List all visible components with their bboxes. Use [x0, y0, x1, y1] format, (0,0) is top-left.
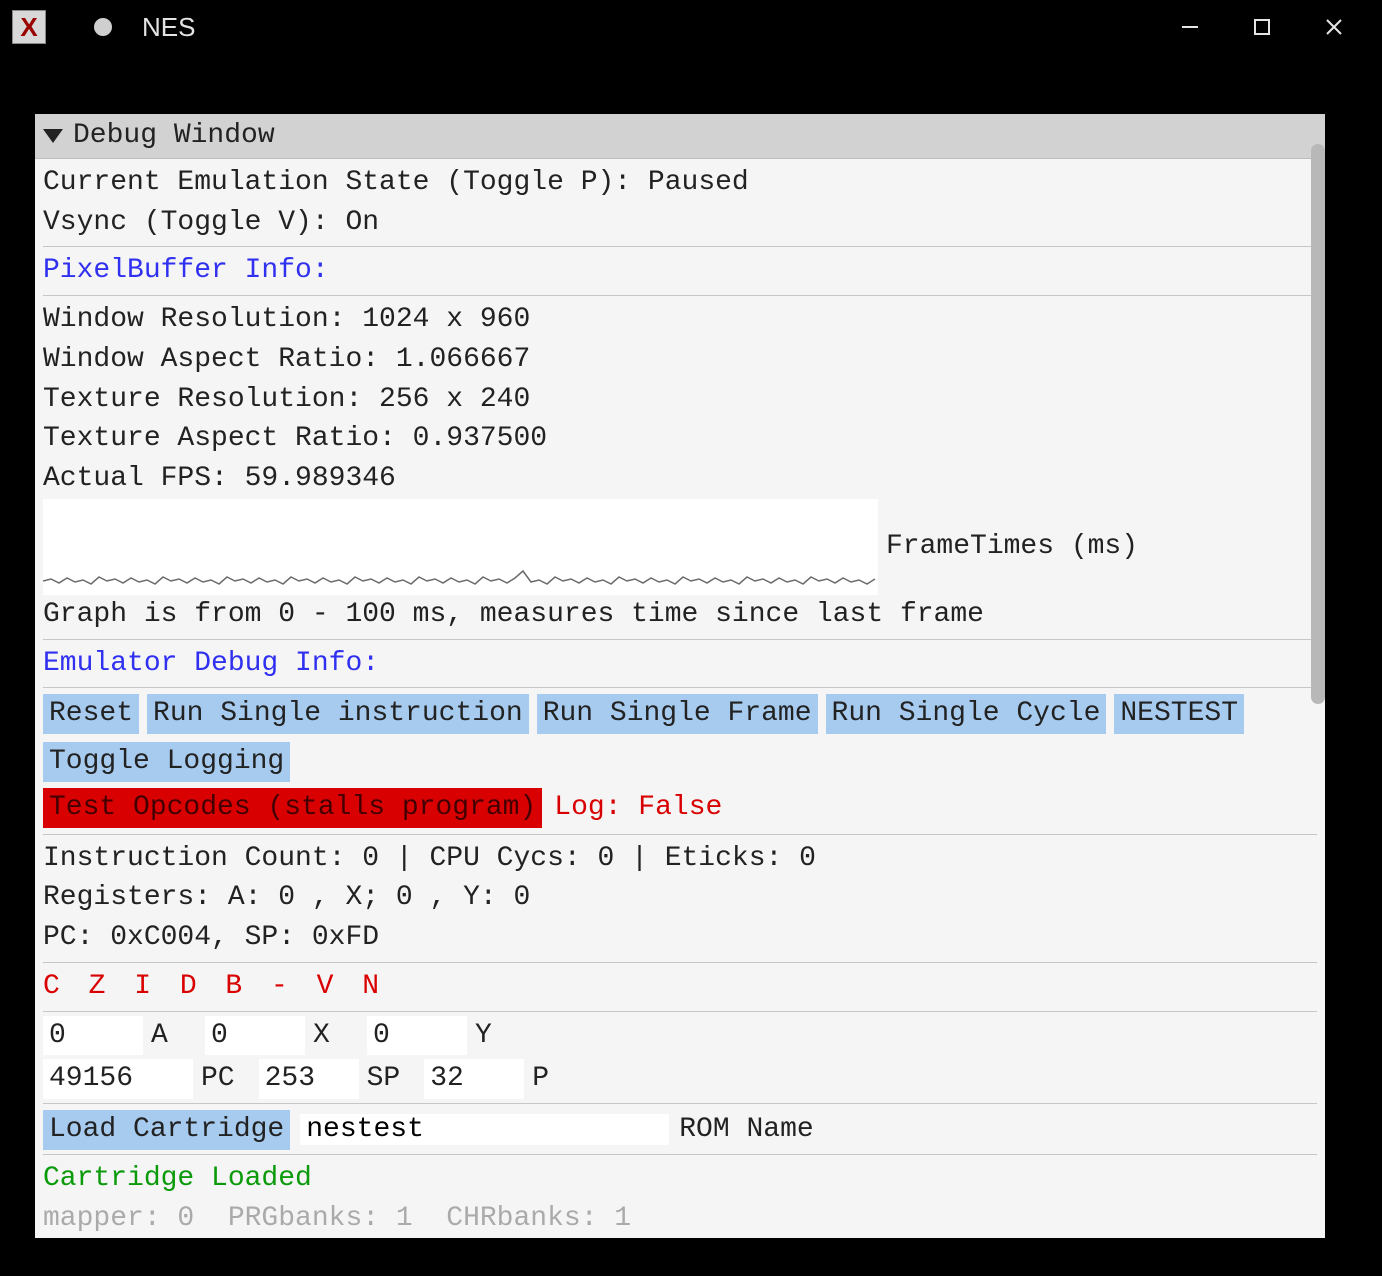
reg-x-label: X — [307, 1016, 349, 1056]
pixelbuffer-header: PixelBuffer Info: — [43, 251, 1317, 291]
log-status: Log: False — [554, 788, 722, 828]
panel-title: Debug Window — [73, 116, 275, 156]
reg-x-value[interactable]: 0 — [205, 1016, 305, 1056]
instruction-counters: Instruction Count: 0 | CPU Cycs: 0 | Eti… — [43, 839, 1317, 879]
emu-state-label: Current Emulation State (Toggle P): — [43, 167, 648, 198]
run-single-frame-button[interactable]: Run Single Frame — [537, 694, 818, 734]
reg-a-value[interactable]: 0 — [43, 1016, 143, 1056]
window-resolution: Window Resolution: 1024 x 960 — [43, 300, 1317, 340]
rom-name-input[interactable] — [300, 1114, 669, 1145]
minimize-icon — [1180, 17, 1200, 37]
window-title: NES — [142, 12, 1154, 43]
window-titlebar: X NES — [0, 0, 1382, 54]
register-table: 0 A 0 X 0 Y — [43, 1016, 1317, 1056]
app-icon: X — [12, 10, 46, 44]
panel-header[interactable]: Debug Window — [35, 114, 1325, 159]
rom-name-label: ROM Name — [679, 1110, 813, 1150]
reg-y-value[interactable]: 0 — [367, 1016, 467, 1056]
maximize-button[interactable] — [1226, 3, 1298, 51]
frametimes-graph — [43, 499, 878, 595]
reg-sp-label: SP — [361, 1059, 407, 1099]
emu-state-value: Paused — [648, 167, 749, 198]
load-cartridge-button[interactable]: Load Cartridge — [43, 1110, 290, 1150]
reg-p-label: P — [526, 1059, 568, 1099]
emu-state-row: Current Emulation State (Toggle P): Paus… — [43, 163, 1317, 203]
reg-sp-value[interactable]: 253 — [259, 1059, 359, 1099]
reg-pc-value[interactable]: 49156 — [43, 1059, 193, 1099]
reg-p-value[interactable]: 32 — [424, 1059, 524, 1099]
maximize-icon — [1253, 18, 1271, 36]
log-label: Log: — [554, 792, 638, 823]
minimize-button[interactable] — [1154, 3, 1226, 51]
close-icon — [1324, 17, 1344, 37]
log-value: False — [638, 792, 722, 823]
texture-aspect: Texture Aspect Ratio: 0.937500 — [43, 419, 1317, 459]
scrollbar-thumb[interactable] — [1311, 144, 1325, 704]
pc-sp-line: PC: 0xC004, SP: 0xFD — [43, 918, 1317, 958]
mapper-info: mapper: 0 PRGbanks: 1 CHRbanks: 1 — [43, 1199, 1317, 1239]
reset-button[interactable]: Reset — [43, 694, 139, 734]
reg-y-label: Y — [469, 1016, 511, 1056]
graph-caption: Graph is from 0 - 100 ms, measures time … — [43, 595, 1317, 635]
vsync-label: Vsync (Toggle V): — [43, 207, 345, 238]
emulator-debug-header: Emulator Debug Info: — [43, 644, 1317, 684]
close-button[interactable] — [1298, 3, 1370, 51]
texture-resolution: Texture Resolution: 256 x 240 — [43, 380, 1317, 420]
debug-window-panel: Debug Window Current Emulation State (To… — [35, 114, 1325, 1238]
run-single-cycle-button[interactable]: Run Single Cycle — [826, 694, 1107, 734]
reg-pc-label: PC — [195, 1059, 241, 1099]
cartridge-status: Cartridge Loaded — [43, 1159, 1317, 1199]
reg-a-label: A — [145, 1016, 187, 1056]
frametimes-label: FrameTimes (ms) — [886, 527, 1138, 567]
actual-fps: Actual FPS: 59.989346 — [43, 459, 1317, 499]
registers-line: Registers: A: 0 , X; 0 , Y: 0 — [43, 878, 1317, 918]
cpu-flags: C Z I D B - V N — [43, 967, 1317, 1007]
vsync-row: Vsync (Toggle V): On — [43, 203, 1317, 243]
collapse-triangle-icon — [43, 129, 63, 143]
nestest-button[interactable]: NESTEST — [1114, 694, 1244, 734]
test-opcodes-button[interactable]: Test Opcodes (stalls program) — [43, 788, 542, 828]
run-single-instruction-button[interactable]: Run Single instruction — [147, 694, 529, 734]
toggle-logging-button[interactable]: Toggle Logging — [43, 742, 290, 782]
modified-indicator-icon — [94, 18, 112, 36]
window-aspect: Window Aspect Ratio: 1.066667 — [43, 340, 1317, 380]
vsync-value: On — [345, 207, 379, 238]
